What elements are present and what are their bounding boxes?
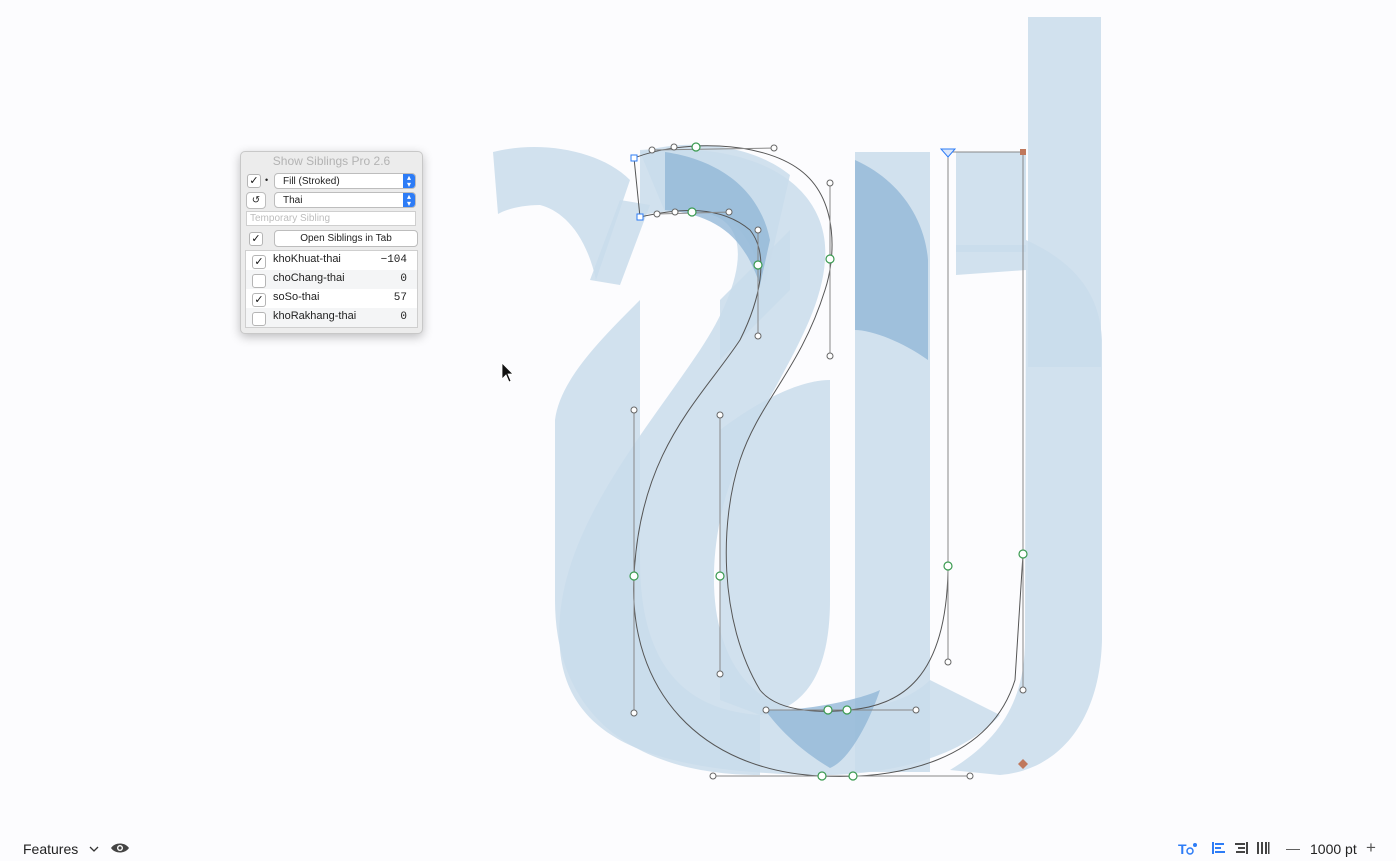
sibling-name: choChang-thai [273,272,345,284]
mouse-cursor-icon [501,362,514,383]
sibling-offset[interactable]: 0 [400,311,407,323]
open-siblings-in-tab-button[interactable]: Open Siblings in Tab [274,230,418,247]
sibling-name: khoRakhang-thai [273,310,357,322]
sibling-checkbox[interactable]: ✓ [252,255,266,269]
list-item[interactable]: choChang-thai 0 [246,270,417,289]
fill-mode-popup[interactable]: Fill (Stroked) ▴ ▾ [274,173,416,189]
fill-mode-value: Fill (Stroked) [283,176,340,187]
siblings-list: ✓ khoKhuat-thai −104 choChang-thai 0 ✓ s… [245,250,418,328]
sibling-checkbox[interactable] [252,274,266,288]
zoom-in-button[interactable]: + [1366,838,1376,858]
open-siblings-checkbox[interactable]: ✓ [249,232,263,246]
svg-text:T: T [1178,841,1187,857]
vertical-lines-icon[interactable] [1256,841,1270,855]
align-left-icon[interactable] [1212,841,1226,855]
corner-node[interactable] [636,213,644,221]
list-item[interactable]: khoRakhang-thai 0 [246,308,417,327]
sibling-offset[interactable]: −104 [381,254,407,266]
popup-arrows-icon: ▴ ▾ [403,193,415,208]
start-point-triangle-icon[interactable] [939,148,957,158]
zoom-out-button[interactable]: — [1286,840,1300,856]
align-right-icon[interactable] [1234,841,1248,855]
text-tool-icon[interactable]: T [1178,841,1198,857]
list-item[interactable]: ✓ soSo-thai 57 [246,289,417,308]
fill-enabled-checkbox[interactable]: ✓ [247,174,261,188]
palette-title: Show Siblings Pro 2.6 [272,154,391,168]
bottom-bar: Features T — 1000 pt + [0,832,1396,861]
script-value: Thai [283,195,303,206]
refresh-icon: ↺ [251,195,261,206]
script-popup[interactable]: Thai ▴ ▾ [274,192,416,208]
list-item[interactable]: ✓ khoKhuat-thai −104 [246,251,417,270]
zoom-value[interactable]: 1000 pt [1310,841,1357,857]
popup-arrows-icon: ▴ ▾ [403,174,415,189]
glyph-canvas[interactable] [0,0,1396,861]
chevron-down-icon[interactable] [89,845,99,853]
features-button[interactable]: Features [23,841,78,857]
sibling-checkbox[interactable] [252,312,266,326]
sibling-checkbox[interactable]: ✓ [252,293,266,307]
refresh-button[interactable]: ↺ [246,192,266,209]
show-siblings-palette: Show Siblings Pro 2.6 ✓ • Fill (Stroked)… [240,151,423,334]
eye-icon[interactable] [110,841,130,855]
sibling-offset[interactable]: 0 [400,273,407,285]
corner-node[interactable] [630,154,638,162]
corner-node-selected[interactable] [1020,149,1026,155]
sibling-offset[interactable]: 57 [394,292,407,304]
sibling-name: soSo-thai [273,291,320,303]
bullet-icon: • [265,175,269,185]
temporary-sibling-field[interactable]: Temporary Sibling [246,211,416,226]
sibling-name: khoKhuat-thai [273,253,341,265]
sibling-glyph-shapes [493,17,1102,776]
